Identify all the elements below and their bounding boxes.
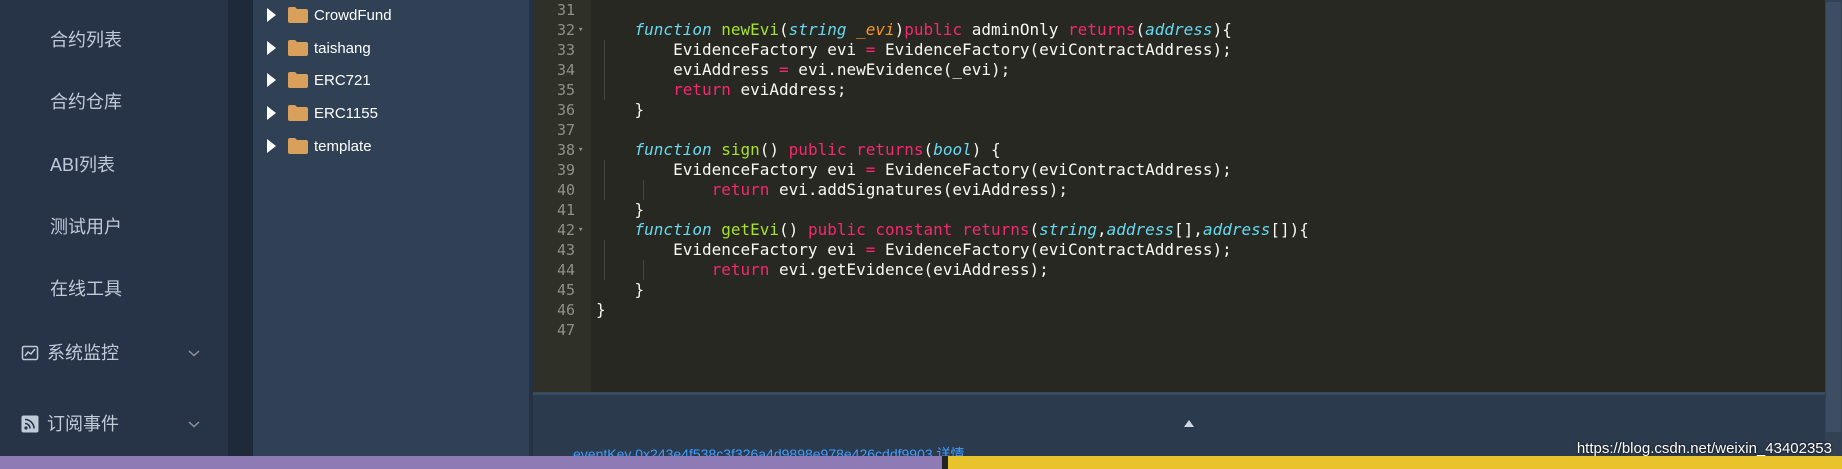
caret-right-icon[interactable] <box>267 8 276 22</box>
nav-item-abi-list[interactable]: ABI列表 <box>0 145 228 185</box>
nav-item-label: 合约列表 <box>50 30 122 50</box>
line-number: 32 <box>556 21 575 39</box>
line-number: 37 <box>556 121 575 139</box>
rss-icon <box>20 415 39 434</box>
folder-icon <box>288 40 308 56</box>
code-line-34: eviAddress = evi.newEvidence(_evi); <box>596 60 1011 79</box>
caret-right-icon[interactable] <box>267 73 276 87</box>
code-line-32: function newEvi(string _evi)public admin… <box>634 20 1232 39</box>
line-number: 35 <box>556 81 575 99</box>
nav-item-label: 在线工具 <box>50 279 122 299</box>
nav-item-label: ABI列表 <box>50 155 116 175</box>
nav-item-system-monitor[interactable]: 系统监控 <box>0 333 228 373</box>
nav-divider <box>228 0 253 456</box>
panel-event-row: eventKey 0x243e4f538c3f326a4d9898e978e42… <box>573 446 965 456</box>
line-number: 42 <box>556 221 575 239</box>
code-line-38: function sign() public returns(bool) { <box>634 140 1001 159</box>
code-line-33: EvidenceFactory evi = EvidenceFactory(ev… <box>596 40 1232 59</box>
watermark: https://blog.csdn.net/weixin_43402353 <box>1576 440 1832 457</box>
nav-item-label: 测试用户 <box>50 217 122 237</box>
nav-item-test-users[interactable]: 测试用户 <box>0 207 228 247</box>
folder-icon <box>288 105 308 121</box>
caret-right-icon[interactable] <box>267 106 276 120</box>
line-number: 33 <box>556 41 575 59</box>
tree-item-label: template <box>314 137 372 155</box>
nav-item-label: 合约仓库 <box>50 92 122 112</box>
chevron-down-icon <box>188 421 200 428</box>
tree-item-erc721[interactable]: ERC721 <box>267 66 371 94</box>
line-number: 41 <box>556 201 575 219</box>
chevron-down-icon <box>188 350 200 357</box>
nav-item-contract-repo[interactable]: 合约仓库 <box>0 82 228 122</box>
line-number: 40 <box>556 181 575 199</box>
code-editor[interactable]: 31 32 33 34 35 36 37 38 39 40 41 42 43 4… <box>533 0 1825 392</box>
line-number: 31 <box>556 1 575 19</box>
nav-item-online-tools[interactable]: 在线工具 <box>0 269 228 309</box>
line-number: 43 <box>556 241 575 259</box>
line-number: 47 <box>556 321 575 339</box>
taskbar-strip-left <box>0 456 942 469</box>
tree-item-label: CrowdFund <box>314 6 392 24</box>
line-number: 46 <box>556 301 575 319</box>
fold-toggle-icon[interactable]: ▾ <box>578 220 583 240</box>
code-line-46: } <box>596 300 606 319</box>
file-tree: CrowdFund taishang ERC721 ERC1155 templa… <box>253 0 529 456</box>
code-line-36: } <box>596 100 645 119</box>
code-line-43: EvidenceFactory evi = EvidenceFactory(ev… <box>596 240 1232 259</box>
line-number: 39 <box>556 161 575 179</box>
left-nav: 合约列表 合约仓库 ABI列表 测试用户 在线工具 系统监控 订阅事件 <box>0 0 228 456</box>
caret-right-icon[interactable] <box>267 139 276 153</box>
tree-item-label: taishang <box>314 39 371 57</box>
code-line-39: EvidenceFactory evi = EvidenceFactory(ev… <box>596 160 1232 179</box>
nav-item-contract-list[interactable]: 合约列表 <box>0 20 228 60</box>
tree-item-label: ERC721 <box>314 71 371 89</box>
tree-item-crowdfund[interactable]: CrowdFund <box>267 1 392 29</box>
folder-icon <box>288 72 308 88</box>
folder-icon <box>288 138 308 154</box>
tree-item-template[interactable]: template <box>267 132 372 160</box>
taskbar-strip-right <box>948 456 1842 469</box>
code-line-35: return eviAddress; <box>673 80 847 99</box>
caret-right-icon[interactable] <box>267 41 276 55</box>
fold-toggle-icon[interactable]: ▾ <box>578 140 583 160</box>
line-number: 44 <box>556 261 575 279</box>
line-number: 34 <box>556 61 575 79</box>
code-line-41: } <box>596 200 645 219</box>
tree-item-taishang[interactable]: taishang <box>267 34 371 62</box>
code-line-40: return evi.addSignatures(eviAddress); <box>711 180 1069 199</box>
fold-toggle-icon[interactable]: ▾ <box>578 20 583 40</box>
line-number: 45 <box>556 281 575 299</box>
nav-item-label: 系统监控 <box>47 343 119 363</box>
nav-item-label: 订阅事件 <box>47 414 119 434</box>
chart-icon <box>20 344 39 363</box>
code-line-45: } <box>596 280 645 299</box>
nav-item-subscribe-events[interactable]: 订阅事件 <box>0 404 228 444</box>
tree-item-label: ERC1155 <box>314 104 378 122</box>
panel-divider <box>533 392 1825 395</box>
expand-up-icon[interactable] <box>1184 420 1194 427</box>
line-gutter: 31 32 33 34 35 36 37 38 39 40 41 42 43 4… <box>533 0 591 392</box>
tree-item-erc1155[interactable]: ERC1155 <box>267 99 378 127</box>
code-line-44: return evi.getEvidence(eviAddress); <box>711 260 1049 279</box>
code-line-42: function getEvi() public constant return… <box>634 220 1309 239</box>
scrollbar-thumb[interactable] <box>1826 2 1841 432</box>
folder-icon <box>288 7 308 23</box>
line-number: 38 <box>556 141 575 159</box>
line-number: 36 <box>556 101 575 119</box>
